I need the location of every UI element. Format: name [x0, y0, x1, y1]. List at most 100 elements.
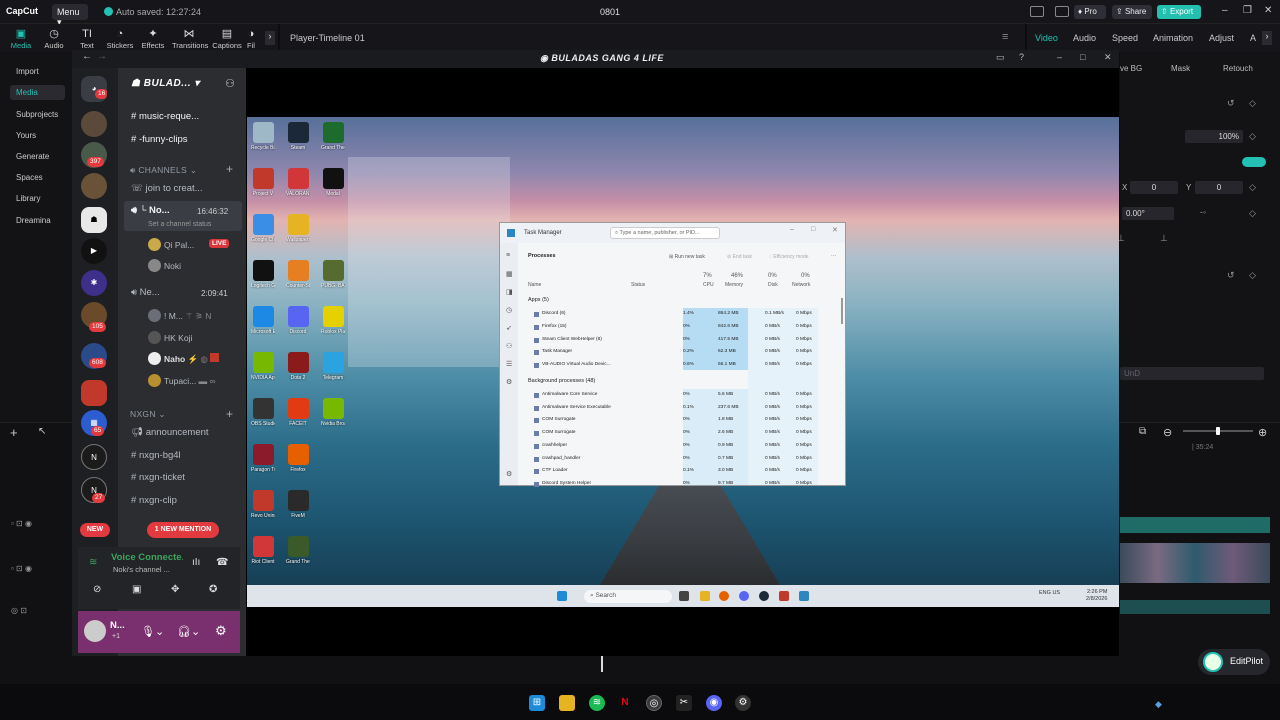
tool-stickers[interactable]: ◔ Stickers [103, 27, 137, 50]
zoom-out-icon[interactable]: ⊖ [1163, 426, 1172, 439]
startup-apps-icon[interactable]: ➶ [506, 324, 512, 332]
discord-icon[interactable]: ◉ [706, 695, 722, 711]
taskbar-clock[interactable]: 2:26 PM 2/8/2026 [1086, 589, 1107, 603]
add-member-icon[interactable]: ⚇ [225, 77, 235, 90]
process-row[interactable]: crashhelper 0% 0.9 MB 0 MB/s 0 Mbps [528, 443, 818, 453]
details-icon[interactable]: ☰ [506, 360, 512, 368]
process-search-input[interactable]: ⌕ Type a name, publisher, or PID... [610, 227, 720, 239]
server-icon-buladas[interactable]: ☗ [81, 207, 107, 233]
tab-more[interactable]: A [1250, 33, 1256, 43]
pro-button[interactable]: ♦ Pro [1074, 5, 1106, 19]
tool-transitions[interactable]: ⋈ Transitions [172, 27, 208, 50]
channel-nxgn-ticket[interactable]: # nxgn-ticket [131, 472, 185, 483]
apps-group-header[interactable]: Apps (5) [528, 297, 549, 303]
process-row[interactable]: crashpad_handler 0% 0.7 MB 0 MB/s 0 Mbps [528, 456, 818, 466]
file-explorer-icon[interactable] [559, 695, 575, 711]
settings-gear-icon[interactable]: ⚙ [506, 470, 512, 478]
maximize-icon[interactable]: □ [1080, 52, 1085, 62]
user-avatar[interactable] [84, 620, 106, 642]
server-icon[interactable]: ▶ [81, 238, 107, 264]
server-icon[interactable]: ✱ [81, 270, 107, 296]
snap-icon[interactable]: ⧉ [1139, 426, 1146, 437]
minimize-icon[interactable]: – [1222, 5, 1228, 16]
tray-icon[interactable]: ◆ [1155, 699, 1162, 710]
tool-effects[interactable]: ✦ Effects [136, 27, 170, 50]
column-cpu[interactable]: CPU [703, 282, 714, 288]
track-lock-icon[interactable]: ▫ ⊡ ◉ [11, 519, 32, 528]
process-row[interactable]: Discord (6) 1.4% 864.2 MB 0.1 MB/s 0 Mbps [528, 311, 818, 321]
voice-user[interactable]: Tupaci... ▬ ∞ [148, 374, 216, 387]
screen-share-icon[interactable]: ▣ [132, 584, 148, 600]
flip-icon[interactable]: -◦ [1200, 207, 1206, 217]
playhead[interactable] [601, 656, 603, 672]
zoom-slider-handle[interactable] [1216, 427, 1220, 435]
server-icon[interactable] [81, 111, 107, 137]
desktop-icon[interactable]: Counter-Strike 2 [286, 260, 310, 289]
app-history-icon[interactable]: ◷ [506, 306, 512, 314]
app-icon[interactable] [779, 591, 789, 601]
desktop-icon[interactable]: Dota 2 [286, 352, 310, 381]
taskbar-search[interactable]: ⌕ Search [584, 590, 672, 603]
desktop-icon[interactable]: Nvidia Broadcast [321, 398, 345, 427]
nav-import[interactable]: Import [10, 64, 65, 79]
layout-icon[interactable] [1030, 6, 1044, 17]
users-icon[interactable]: ⚇ [506, 342, 512, 350]
blend-dropdown[interactable]: UnD [1120, 367, 1264, 380]
help-icon[interactable]: ? [1019, 52, 1024, 62]
file-explorer-icon[interactable] [700, 591, 710, 601]
desktop-icon[interactable]: Logitech G HUB [251, 260, 275, 289]
column-name[interactable]: Name [528, 282, 541, 288]
desktop-icon[interactable]: Firefox [286, 444, 310, 473]
forward-arrow-icon[interactable]: → [97, 51, 107, 62]
nav-library[interactable]: Library [10, 191, 65, 206]
disconnect-icon[interactable]: ☎ [216, 557, 228, 568]
direct-messages-icon[interactable]: ◕ 16 [81, 76, 107, 102]
desktop-icon[interactable]: VALORANT [286, 168, 310, 197]
capcut-icon[interactable]: ✂ [676, 695, 692, 711]
nav-dreamina[interactable]: Dreamina [10, 213, 65, 228]
process-row[interactable]: COM Surrogate 0% 1.8 MB 0 MB/s 0 Mbps [528, 417, 818, 427]
steam-icon[interactable] [759, 591, 769, 601]
task-view-icon[interactable] [679, 591, 689, 601]
video-clip[interactable] [1120, 517, 1270, 533]
track-lock-icon[interactable]: ▫ ⊡ ◉ [11, 564, 32, 573]
channel-join-to-create[interactable]: ☏ join to creat... [131, 183, 203, 194]
signal-icon[interactable]: ≋ [89, 557, 97, 568]
desktop-icon[interactable]: NVIDIA App [251, 352, 275, 381]
process-row[interactable]: Antimalware Service Executable 0.1% 237.6 … [528, 405, 818, 415]
desktop-icon[interactable]: Telegram [321, 352, 345, 381]
headphones-icon[interactable]: 🎧︎⌄ [177, 625, 200, 638]
noise-suppression-icon[interactable]: ıIı [192, 557, 200, 568]
zoom-slider[interactable] [1183, 427, 1253, 435]
close-icon[interactable]: ✕ [832, 226, 838, 234]
performance-icon[interactable]: ◨ [506, 288, 513, 296]
desktop-icon[interactable]: PUBG: BATTLEGR... [321, 260, 345, 289]
desktop-icon[interactable]: Paragon Tweaks [251, 444, 275, 473]
shortcuts-icon[interactable] [1055, 6, 1069, 17]
inbox-icon[interactable]: ▭ [996, 52, 1005, 63]
channel-funny-clips[interactable]: # -funny-clips [131, 134, 188, 145]
rotate-field[interactable]: 0.00° [1122, 207, 1174, 220]
audio-clip[interactable] [1120, 600, 1270, 614]
new-unreads-pill[interactable]: NEW [80, 523, 110, 537]
tab-mask[interactable]: Mask [1171, 64, 1190, 73]
settings-gear-icon[interactable]: ⚙ [215, 623, 227, 639]
keyframe-icon[interactable]: ◇ [1249, 270, 1256, 281]
channel-music-requests[interactable]: # music-reque... [131, 111, 199, 122]
column-network[interactable]: Network [792, 282, 810, 288]
camera-off-icon[interactable]: ⊘ [93, 584, 109, 600]
desktop-icon[interactable]: Revo Uninstaller [251, 490, 275, 519]
tab-animation[interactable]: Animation [1153, 33, 1193, 43]
scale-field[interactable]: 100% [1185, 130, 1243, 143]
more-options-icon[interactable]: ··· [831, 253, 836, 259]
position-x-field[interactable]: 0 [1130, 181, 1178, 194]
back-arrow-icon[interactable]: ← [82, 51, 92, 62]
voice-user[interactable]: ! M... ⚚ ⚞ N [148, 309, 211, 322]
server-icon[interactable]: ▦ 65 [81, 410, 107, 436]
task-manager-icon[interactable] [799, 591, 809, 601]
desktop-icon[interactable]: Discord [286, 306, 310, 335]
discord-icon[interactable] [739, 591, 749, 601]
services-icon[interactable]: ⚙ [506, 378, 512, 386]
steam-icon[interactable]: ⚙ [735, 695, 751, 711]
channel-nxgn-bg4l[interactable]: # nxgn-bg4l [131, 450, 181, 461]
